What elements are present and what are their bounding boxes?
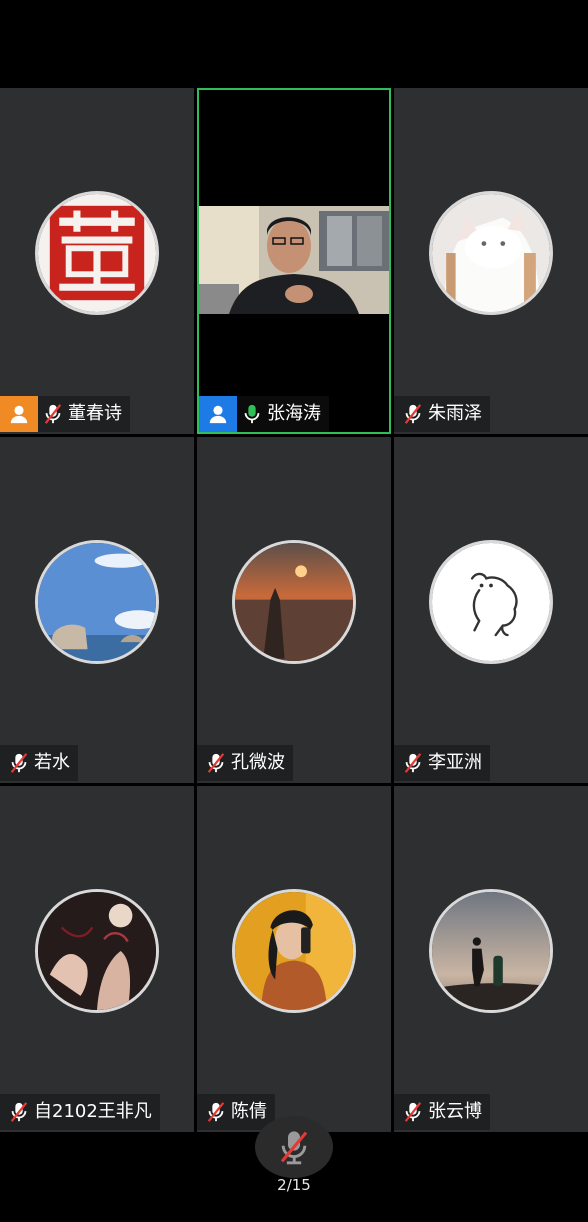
host-badge-icon: [0, 396, 38, 432]
participant-name: 朱雨泽: [428, 403, 482, 424]
mic-muted-icon: [201, 1094, 231, 1130]
participant-name: 董春诗: [68, 403, 122, 424]
mic-muted-icon: [201, 745, 231, 781]
participant-tile[interactable]: 孔微波: [197, 437, 391, 783]
participant-tile[interactable]: 张云博: [394, 786, 588, 1132]
participant-tile[interactable]: 李亚洲: [394, 437, 588, 783]
page-indicator: 2/15: [277, 1176, 311, 1194]
participant-tile[interactable]: 陈倩: [197, 786, 391, 1132]
sunset-sea-avatar: [232, 540, 356, 664]
participant-namebar: 董春诗: [0, 396, 130, 432]
sketch-dog-avatar: [429, 540, 553, 664]
participant-name: 陈倩: [231, 1101, 267, 1122]
mic-muted-icon: [398, 745, 428, 781]
participant-namebar: 朱雨泽: [394, 396, 490, 432]
participant-tile[interactable]: 朱雨泽: [394, 88, 588, 434]
participant-namebar: 若水: [0, 745, 78, 781]
participant-namebar: 陈倩: [197, 1094, 275, 1130]
host-badge-icon: [199, 396, 237, 432]
participant-name: 若水: [34, 752, 70, 773]
participant-namebar: 张海涛: [199, 396, 329, 432]
participant-tile[interactable]: 若水: [0, 437, 194, 783]
mic-muted-icon: [398, 396, 428, 432]
sky-rocks-avatar: [35, 540, 159, 664]
mic-muted-icon: [4, 1094, 34, 1130]
participant-name: 自2102王非凡: [34, 1101, 152, 1122]
camera-feed: [199, 206, 389, 314]
red-seal-avatar: [35, 191, 159, 315]
participant-tile[interactable]: 董春诗: [0, 88, 194, 434]
mute-toggle-button[interactable]: [255, 1116, 333, 1178]
participant-name: 张云博: [428, 1101, 482, 1122]
bottom-control-bar: 2/15: [0, 1116, 588, 1222]
participant-grid: 董春诗 张海涛 朱雨泽 若水 孔微波 李亚洲 自2102王非凡 陈倩 张云博: [0, 88, 588, 1132]
participant-tile[interactable]: 自2102王非凡: [0, 786, 194, 1132]
participant-namebar: 张云博: [394, 1094, 490, 1130]
video-conference-screen: 董春诗 张海涛 朱雨泽 若水 孔微波 李亚洲 自2102王非凡 陈倩 张云博 2…: [0, 0, 588, 1222]
participant-tile-active-speaker[interactable]: 张海涛: [197, 88, 391, 434]
mic-active-icon: [237, 396, 267, 432]
mic-off-icon: [280, 1131, 308, 1165]
mic-muted-icon: [398, 1094, 428, 1130]
woman-cap-avatar: [232, 889, 356, 1013]
silhouette-dusk-avatar: [429, 889, 553, 1013]
white-cat-avatar: [429, 191, 553, 315]
participant-name: 李亚洲: [428, 752, 482, 773]
mic-muted-icon: [4, 745, 34, 781]
participant-namebar: 孔微波: [197, 745, 293, 781]
participant-namebar: 李亚洲: [394, 745, 490, 781]
participant-name: 张海涛: [267, 403, 321, 424]
participant-namebar: 自2102王非凡: [0, 1094, 160, 1130]
participant-name: 孔微波: [231, 752, 285, 773]
hands-art-avatar: [35, 889, 159, 1013]
mic-muted-icon: [38, 396, 68, 432]
